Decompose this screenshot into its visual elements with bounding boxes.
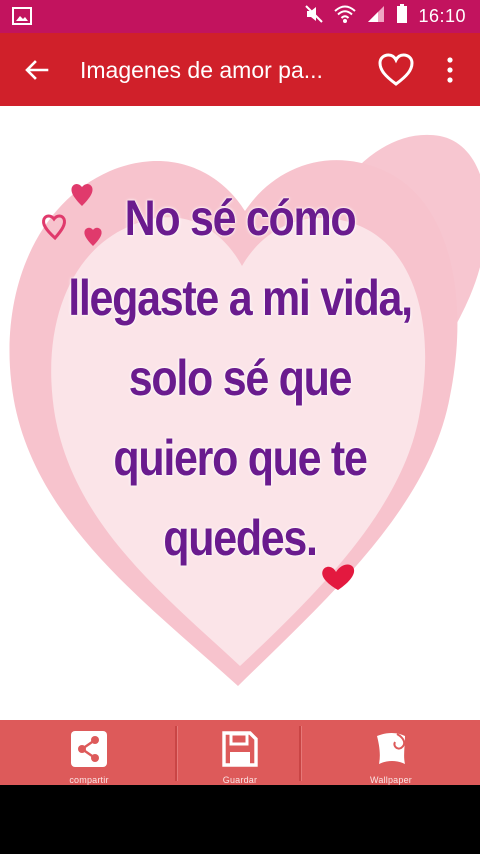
back-button[interactable]: [22, 55, 52, 85]
quote-line: quedes.: [163, 510, 318, 566]
wifi-icon: [334, 4, 357, 29]
status-bar: 16:10: [0, 0, 480, 33]
more-vert-icon: [447, 57, 453, 83]
save-icon: [221, 730, 259, 773]
more-options-button[interactable]: [440, 53, 460, 87]
quote-image: No sé cómo llegaste a mi vida, solo sé q…: [0, 106, 480, 720]
app-bar: Imagenes de amor pa...: [0, 33, 480, 106]
system-nav-bar: [0, 785, 480, 854]
share-icon: [70, 730, 108, 773]
wallpaper-icon: [371, 730, 411, 773]
wallpaper-label: Wallpaper: [370, 775, 412, 785]
gallery-icon: [12, 7, 32, 30]
quote-line: No sé cómo: [124, 190, 357, 246]
status-time: 16:10: [418, 6, 466, 26]
quote-line: llegaste a mi vida,: [68, 270, 413, 326]
favorite-button[interactable]: [377, 52, 415, 88]
wallpaper-button[interactable]: Wallpaper: [302, 720, 480, 785]
page-title: Imagenes de amor pa...: [80, 57, 323, 83]
save-button[interactable]: Guardar: [178, 720, 302, 785]
quote-line: quiero que te: [113, 430, 367, 486]
share-button[interactable]: compartir: [0, 720, 178, 785]
signal-icon: [366, 5, 386, 28]
save-label: Guardar: [222, 775, 258, 785]
quote-text: No sé cómo llegaste a mi vida, solo sé q…: [34, 178, 447, 578]
mute-icon: [304, 5, 324, 28]
quote-line: solo sé que: [128, 350, 353, 406]
heart-outline-icon: [378, 53, 414, 86]
share-label: compartir: [69, 775, 109, 785]
arrow-left-icon: [25, 60, 49, 80]
bottom-action-bar: compartir Guardar Wallpaper: [0, 720, 480, 785]
battery-icon: [396, 4, 408, 29]
